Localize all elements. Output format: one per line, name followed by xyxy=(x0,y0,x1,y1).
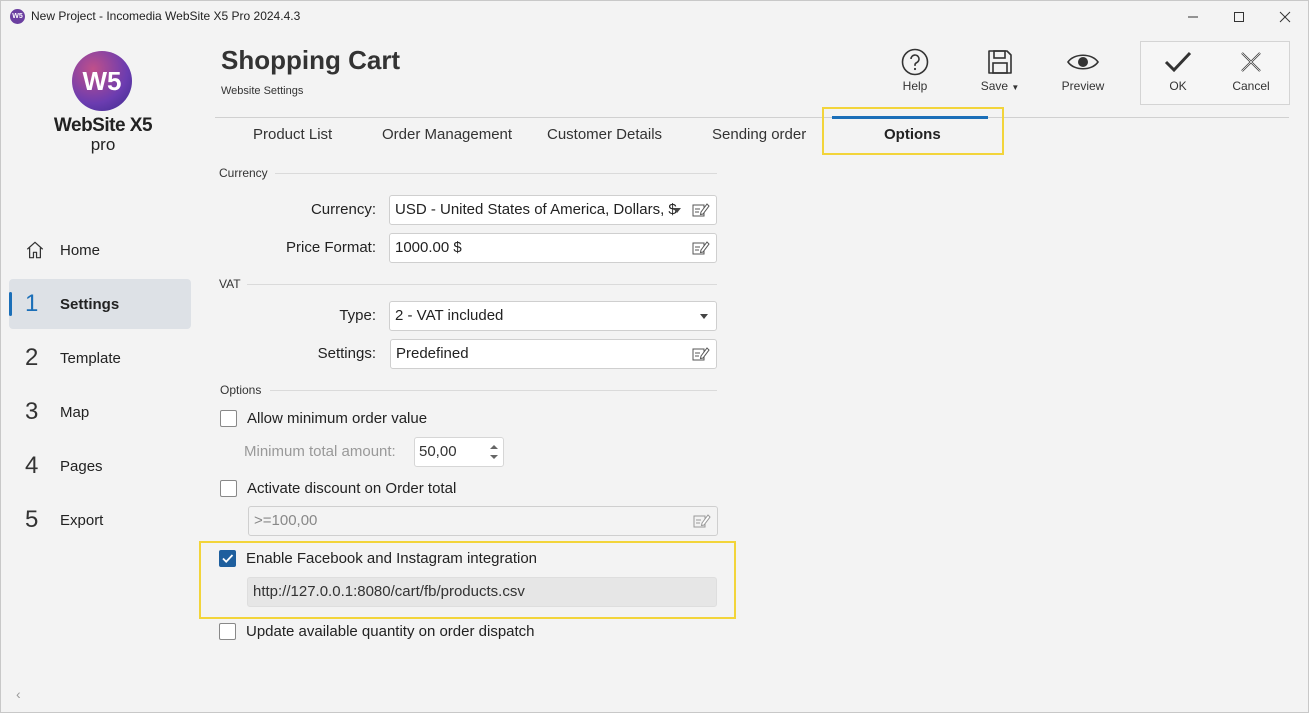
price-format-field[interactable]: 1000.00 $ xyxy=(389,233,717,263)
min-total-value: 50,00 xyxy=(419,443,457,460)
collapse-sidebar-chevron-icon[interactable]: ‹ xyxy=(16,686,21,702)
vat-type-label: Type: xyxy=(339,307,376,324)
x-icon xyxy=(1241,52,1261,72)
nav-template[interactable]: 2 Template xyxy=(9,333,191,383)
save-dropdown-chevron-icon[interactable]: ▼ xyxy=(1011,83,1019,92)
nav-number-pages: 4 xyxy=(25,452,39,479)
nav-number-export: 5 xyxy=(25,506,39,533)
tab-sending-order[interactable]: Sending order xyxy=(712,126,806,143)
discount-value: >=100,00 xyxy=(254,512,318,529)
tab-highlight-box xyxy=(822,107,1004,155)
price-format-label: Price Format: xyxy=(285,239,376,256)
currency-value: USD - United States of America, Dollars,… xyxy=(395,201,677,218)
home-icon xyxy=(26,241,44,259)
logo-mark: W5 xyxy=(72,51,132,111)
help-button[interactable]: Help xyxy=(880,45,950,101)
page-title: Shopping Cart xyxy=(221,45,401,75)
nav-label-home: Home xyxy=(60,241,101,259)
section-divider xyxy=(247,284,717,285)
stepper-down-icon[interactable] xyxy=(490,455,498,459)
section-divider xyxy=(275,173,717,174)
page-subtitle: Website Settings xyxy=(221,85,304,97)
tab-order-management[interactable]: Order Management xyxy=(382,126,512,143)
tab-product-list[interactable]: Product List xyxy=(253,126,332,143)
save-icon xyxy=(988,50,1012,74)
window-title: New Project - Incomedia WebSite X5 Pro 2… xyxy=(31,9,301,23)
dropdown-arrow-icon xyxy=(673,208,681,213)
nav-label-export: Export xyxy=(60,511,104,529)
update-qty-checkbox[interactable] xyxy=(219,623,236,640)
currency-label: Currency: xyxy=(310,201,376,218)
logo-edition: pro xyxy=(90,135,116,154)
discount-checkbox[interactable] xyxy=(220,480,237,497)
vat-type-value: 2 - VAT included xyxy=(395,307,504,324)
preview-button[interactable]: Preview xyxy=(1048,45,1118,101)
edit-icon[interactable] xyxy=(692,202,710,218)
ok-button[interactable]: OK xyxy=(1143,45,1213,101)
section-label-options: Options xyxy=(220,383,262,397)
min-total-label: Minimum total amount: xyxy=(244,443,396,460)
section-label-vat: VAT xyxy=(219,277,241,291)
section-divider xyxy=(270,390,717,391)
vat-settings-value: Predefined xyxy=(396,345,469,362)
discount-label: Activate discount on Order total xyxy=(247,480,457,497)
currency-select[interactable]: USD - United States of America, Dollars,… xyxy=(389,195,717,225)
stepper-up-icon[interactable] xyxy=(490,445,498,449)
nav-home[interactable]: Home xyxy=(9,225,191,275)
discount-field[interactable]: >=100,00 xyxy=(248,506,718,536)
preview-label: Preview xyxy=(1061,79,1105,93)
nav-number-settings: 1 xyxy=(25,290,39,317)
save-label: Save xyxy=(980,79,1009,93)
cancel-button[interactable]: Cancel xyxy=(1216,45,1286,101)
dropdown-arrow-icon xyxy=(700,314,708,319)
update-qty-label: Update available quantity on order dispa… xyxy=(246,623,535,640)
min-order-label: Allow minimum order value xyxy=(247,410,428,427)
minimize-icon xyxy=(1188,16,1198,18)
cancel-label: Cancel xyxy=(1232,79,1270,93)
tab-customer-details[interactable]: Customer Details xyxy=(547,126,662,143)
maximize-icon xyxy=(1234,12,1244,22)
nav-map[interactable]: 3 Map xyxy=(9,387,191,437)
nav-label-template: Template xyxy=(60,349,121,367)
close-window-button[interactable] xyxy=(1262,1,1308,33)
nav-number-template: 2 xyxy=(25,344,39,371)
min-order-option[interactable]: Allow minimum order value xyxy=(220,410,427,427)
price-format-value: 1000.00 $ xyxy=(395,239,462,256)
title-bar: W5 New Project - Incomedia WebSite X5 Pr… xyxy=(1,1,1308,33)
nav-pages[interactable]: 4 Pages xyxy=(9,441,191,491)
eye-icon xyxy=(1067,54,1099,70)
section-label-currency: Currency xyxy=(219,166,268,180)
update-qty-option[interactable]: Update available quantity on order dispa… xyxy=(219,623,535,640)
ok-label: OK xyxy=(1169,79,1187,93)
discount-option[interactable]: Activate discount on Order total xyxy=(220,480,456,497)
nav-number-map: 3 xyxy=(25,398,39,425)
save-button[interactable]: Save ▼ xyxy=(965,45,1035,101)
nav-label-map: Map xyxy=(60,403,90,421)
nav-label-settings: Settings xyxy=(60,295,120,313)
checkmark-icon xyxy=(1164,51,1192,73)
vat-type-select[interactable]: 2 - VAT included xyxy=(389,301,717,331)
close-icon xyxy=(1279,11,1291,23)
active-indicator xyxy=(9,292,12,316)
vat-settings-field[interactable]: Predefined xyxy=(390,339,717,369)
maximize-button[interactable] xyxy=(1216,1,1262,33)
logo-name: WebSite X5 xyxy=(53,115,153,136)
edit-icon[interactable] xyxy=(692,240,710,256)
facebook-highlight-box xyxy=(199,541,736,619)
nav-export[interactable]: 5 Export xyxy=(9,495,191,545)
min-total-stepper[interactable]: 50,00 xyxy=(414,437,504,467)
nav-settings[interactable]: 1 Settings xyxy=(9,279,191,329)
app-logo-icon: W5 xyxy=(10,9,25,24)
tabs-divider xyxy=(215,117,1289,118)
help-label: Help xyxy=(902,79,928,93)
app-window: W5 New Project - Incomedia WebSite X5 Pr… xyxy=(0,0,1309,713)
help-icon xyxy=(901,48,929,76)
minimize-button[interactable] xyxy=(1170,1,1216,33)
nav-label-pages: Pages xyxy=(60,457,103,475)
min-order-checkbox[interactable] xyxy=(220,410,237,427)
edit-icon[interactable] xyxy=(692,346,710,362)
edit-icon[interactable] xyxy=(693,513,711,529)
vat-settings-label: Settings: xyxy=(317,345,376,362)
